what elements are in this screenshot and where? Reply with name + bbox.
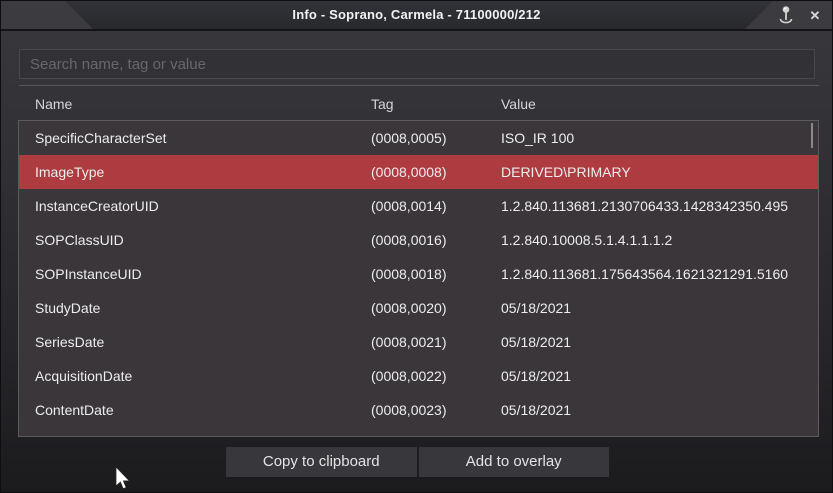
cell-value: 1.2.840.113681.2130706433.1428342350.495 (501, 198, 818, 214)
table-body: SpecificCharacterSet (0008,0005) ISO_IR … (19, 121, 818, 427)
cell-name: SOPClassUID (19, 232, 371, 248)
column-header-value[interactable]: Value (501, 96, 819, 112)
table-header: Name Tag Value (18, 89, 819, 119)
copy-to-clipboard-button[interactable]: Copy to clipboard (226, 447, 417, 477)
table-row[interactable]: StudyDate (0008,0020) 05/18/2021 (19, 291, 818, 325)
mouse-cursor (115, 467, 131, 493)
column-header-name[interactable]: Name (18, 96, 371, 112)
cell-tag: (0008,0014) (371, 198, 501, 214)
cell-tag: (0008,0016) (371, 232, 501, 248)
add-to-overlay-button[interactable]: Add to overlay (419, 447, 610, 477)
cell-name: ContentDate (19, 402, 371, 418)
scrollbar-thumb[interactable] (811, 123, 813, 148)
dicom-tag-table: SpecificCharacterSet (0008,0005) ISO_IR … (18, 120, 819, 437)
cell-name: SpecificCharacterSet (19, 130, 371, 146)
table-row[interactable]: SOPClassUID (0008,0016) 1.2.840.10008.5.… (19, 223, 818, 257)
cell-name: ImageType (19, 164, 371, 180)
close-button[interactable]: ✕ (804, 5, 826, 27)
cell-value: 1.2.840.10008.5.1.4.1.1.1.2 (501, 232, 818, 248)
cell-tag: (0008,0008) (371, 164, 501, 180)
column-header-tag[interactable]: Tag (371, 96, 501, 112)
cell-name: StudyDate (19, 300, 371, 316)
search-separator (19, 85, 819, 86)
table-row[interactable]: AcquisitionDate (0008,0022) 05/18/2021 (19, 359, 818, 393)
close-icon: ✕ (810, 8, 821, 23)
search-input[interactable] (19, 49, 815, 79)
cell-value: ISO_IR 100 (501, 130, 818, 146)
cell-value: 05/18/2021 (501, 334, 818, 350)
pin-button[interactable] (774, 4, 798, 28)
table-row[interactable]: InstanceCreatorUID (0008,0014) 1.2.840.1… (19, 189, 818, 223)
cell-value: 1.2.840.113681.175643564.1621321291.5160 (501, 266, 818, 282)
cell-tag: (0008,0022) (371, 368, 501, 384)
table-row[interactable]: ImageType (0008,0008) DERIVED\PRIMARY (19, 155, 818, 189)
table-row[interactable]: SeriesDate (0008,0021) 05/18/2021 (19, 325, 818, 359)
cell-tag: (0008,0021) (371, 334, 501, 350)
cell-tag: (0008,0020) (371, 300, 501, 316)
cell-name: AcquisitionDate (19, 368, 371, 384)
title-bar: Info - Soprano, Carmela - 71100000/212 ✕ (1, 1, 832, 31)
table-row[interactable]: ContentDate (0008,0023) 05/18/2021 (19, 393, 818, 427)
cell-tag: (0008,0023) (371, 402, 501, 418)
cell-value: DERIVED\PRIMARY (501, 164, 818, 180)
table-row[interactable]: SOPInstanceUID (0008,0018) 1.2.840.11368… (19, 257, 818, 291)
cell-value: 05/18/2021 (501, 402, 818, 418)
window-title: Info - Soprano, Carmela - 71100000/212 (1, 1, 832, 29)
cell-name: SeriesDate (19, 334, 371, 350)
cell-tag: (0008,0018) (371, 266, 501, 282)
cell-tag: (0008,0005) (371, 130, 501, 146)
cell-value: 05/18/2021 (501, 300, 818, 316)
pin-icon (774, 15, 798, 32)
button-bar: Copy to clipboard Add to overlay (226, 447, 609, 477)
info-dialog-window: Info - Soprano, Carmela - 71100000/212 ✕… (0, 0, 833, 493)
cell-name: InstanceCreatorUID (19, 198, 371, 214)
table-row[interactable]: SpecificCharacterSet (0008,0005) ISO_IR … (19, 121, 818, 155)
cell-name: SOPInstanceUID (19, 266, 371, 282)
cell-value: 05/18/2021 (501, 368, 818, 384)
